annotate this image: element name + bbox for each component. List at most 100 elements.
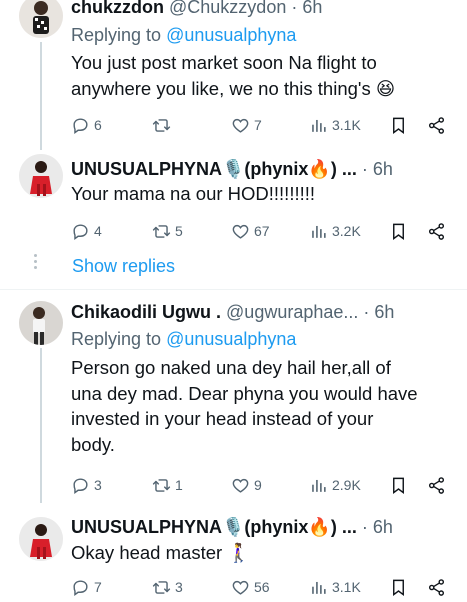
- retweet-icon: [152, 580, 171, 594]
- mention-link[interactable]: @unusualphyna: [166, 329, 296, 349]
- avatar[interactable]: [19, 154, 63, 198]
- bookmark-button[interactable]: [389, 576, 412, 598]
- separator-dot: ·: [363, 302, 370, 322]
- action-bar: 6 7 3.1K: [71, 114, 451, 136]
- retweet-count: 5: [175, 222, 183, 239]
- show-replies-link[interactable]: Show replies: [72, 256, 175, 277]
- tweet-text: You just post market soon Na flight to a…: [71, 50, 451, 101]
- retweet-button[interactable]: 3: [152, 576, 183, 598]
- like-count: 56: [254, 578, 270, 595]
- views-button[interactable]: 2.9K: [309, 474, 361, 496]
- bookmark-button[interactable]: [389, 474, 412, 496]
- tweet-text: Okay head master 🚶‍♀️: [71, 540, 451, 566]
- share-button[interactable]: [427, 474, 450, 496]
- reply-button[interactable]: 4: [71, 220, 102, 242]
- reply-count: 7: [94, 578, 102, 595]
- reply-icon: [73, 477, 88, 494]
- user-handle[interactable]: @Chukzzydon: [169, 0, 286, 17]
- like-count: 9: [254, 476, 262, 493]
- views-icon: [312, 225, 326, 238]
- timestamp[interactable]: 6h: [302, 0, 322, 17]
- tweet-header: Chikaodili Ugwu . @ugwuraphae... · 6h: [71, 301, 394, 323]
- views-icon: [312, 581, 326, 594]
- bookmark-button[interactable]: [389, 114, 412, 136]
- retweet-button[interactable]: 1: [152, 474, 183, 496]
- action-bar: 7 3 56 3.1K: [71, 576, 451, 598]
- timestamp[interactable]: 6h: [373, 517, 393, 537]
- reply-button[interactable]: 6: [71, 114, 102, 136]
- replying-to: Replying to @unusualphyna: [71, 24, 296, 46]
- reply-button[interactable]: 3: [71, 474, 102, 496]
- views-count: 3.1K: [332, 116, 361, 133]
- tweet-line: invested in your head instead of your: [71, 408, 374, 429]
- bookmark-icon: [393, 477, 404, 494]
- display-name[interactable]: UNUSUALPHYNA🎙️(phynix🔥) ...: [71, 517, 357, 537]
- retweet-button[interactable]: [152, 114, 175, 136]
- tweet-4[interactable]: UNUSUALPHYNA🎙️(phynix🔥) ... · 6h Okay he…: [0, 503, 467, 602]
- share-button[interactable]: [427, 576, 450, 598]
- like-button[interactable]: 56: [231, 576, 270, 598]
- tweet-line: Okay head master 🚶‍♀️: [71, 542, 251, 563]
- like-count: 7: [254, 116, 262, 133]
- retweet-icon: [152, 478, 171, 492]
- like-icon: [232, 224, 249, 239]
- tweet-line: una dey mad. Dear phyna you would have: [71, 382, 418, 404]
- separator-dot: ·: [361, 159, 368, 179]
- share-icon: [428, 476, 445, 494]
- like-button[interactable]: 67: [231, 220, 270, 242]
- tweet-text: Person go naked una dey hail her,all of …: [71, 355, 451, 457]
- user-handle[interactable]: @ugwuraphae...: [226, 302, 358, 322]
- retweet-icon: [152, 118, 171, 132]
- share-icon: [428, 116, 445, 134]
- like-button[interactable]: 7: [231, 114, 262, 136]
- display-name[interactable]: UNUSUALPHYNA🎙️(phynix🔥) ...: [71, 159, 357, 179]
- bookmark-icon: [393, 579, 404, 596]
- avatar[interactable]: [19, 517, 63, 561]
- retweet-count: 3: [175, 578, 183, 595]
- thread-line: [40, 348, 42, 503]
- separator-dot: ·: [361, 517, 368, 537]
- bookmark-button[interactable]: [389, 220, 412, 242]
- timestamp[interactable]: 6h: [373, 159, 393, 179]
- reply-button[interactable]: 7: [71, 576, 102, 598]
- views-button[interactable]: 3.2K: [309, 220, 361, 242]
- tweet-2[interactable]: UNUSUALPHYNA🎙️(phynix🔥) ... · 6h Your ma…: [0, 150, 467, 290]
- share-icon: [428, 578, 445, 596]
- display-name[interactable]: chukzzdon: [71, 0, 164, 17]
- like-count: 67: [254, 222, 270, 239]
- action-bar: 4 5 67 3.2K: [71, 220, 451, 242]
- avatar[interactable]: [19, 0, 63, 38]
- retweet-icon: [152, 224, 171, 238]
- timestamp[interactable]: 6h: [374, 302, 394, 322]
- views-button[interactable]: 3.1K: [309, 576, 361, 598]
- tweet-line: You just post market soon Na flight to: [71, 52, 377, 73]
- bookmark-icon: [393, 223, 404, 240]
- tweet-header: UNUSUALPHYNA🎙️(phynix🔥) ... · 6h: [71, 516, 393, 538]
- views-count: 2.9K: [332, 476, 361, 493]
- share-button[interactable]: [427, 220, 450, 242]
- reply-count: 6: [94, 116, 102, 133]
- reply-icon: [73, 579, 88, 596]
- replying-prefix: Replying to: [71, 329, 167, 349]
- views-count: 3.1K: [332, 578, 361, 595]
- tweet-header: UNUSUALPHYNA🎙️(phynix🔥) ... · 6h: [71, 158, 393, 180]
- bookmark-icon: [393, 117, 404, 134]
- retweet-count: 1: [175, 476, 183, 493]
- tweet-line: body.: [71, 433, 115, 455]
- tweet-1[interactable]: chukzzdon @Chukzzydon · 6h Replying to @…: [0, 0, 467, 150]
- avatar[interactable]: [19, 301, 63, 345]
- share-button[interactable]: [427, 114, 450, 136]
- mention-link[interactable]: @unusualphyna: [166, 25, 296, 45]
- thread-line: [40, 42, 42, 150]
- views-icon: [312, 479, 326, 492]
- like-button[interactable]: 9: [231, 474, 262, 496]
- tweet-line: anywhere you like, we no this thing's 😆: [71, 77, 396, 99]
- replying-prefix: Replying to: [71, 25, 167, 45]
- tweet-3[interactable]: Chikaodili Ugwu . @ugwuraphae... · 6h Re…: [0, 290, 467, 503]
- retweet-button[interactable]: 5: [152, 220, 183, 242]
- tweet-line: Your mama na our HOD!!!!!!!!!: [71, 183, 316, 204]
- views-button[interactable]: 3.1K: [309, 114, 361, 136]
- tweet-line: Person go naked una dey hail her,all of: [71, 357, 391, 378]
- display-name[interactable]: Chikaodili Ugwu .: [71, 302, 221, 322]
- like-icon: [232, 580, 249, 595]
